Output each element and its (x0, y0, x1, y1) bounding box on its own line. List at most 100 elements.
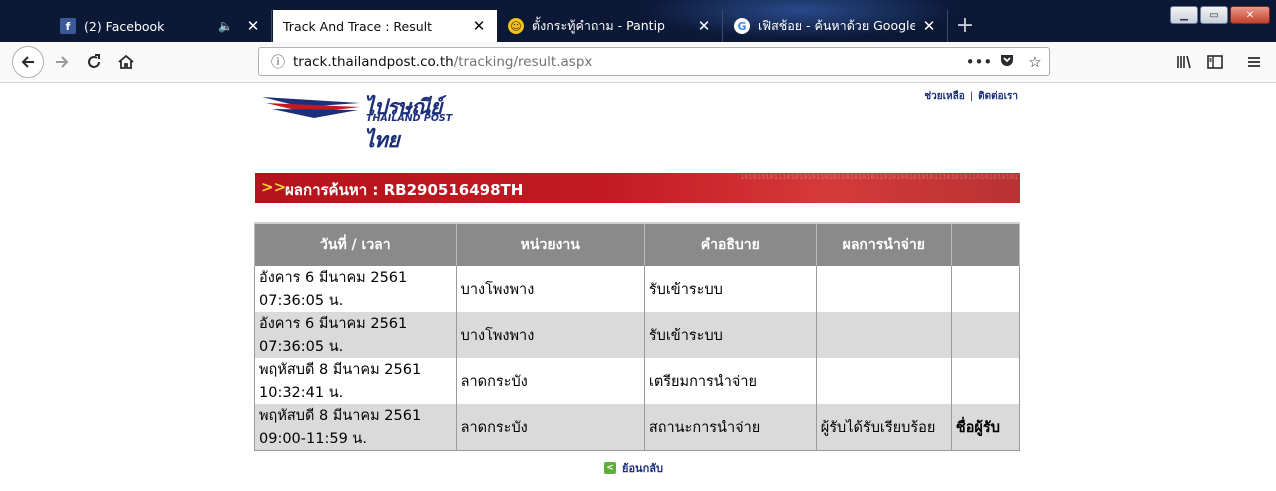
time-text: 10:32:41 น. (259, 385, 344, 401)
tab-pantip[interactable]: ☺ ตั้งกระทู้คำถาม - Pantip ✕ (498, 10, 723, 42)
google-icon: G (734, 18, 750, 34)
tab-title: ตั้งกระทู้คำถาม - Pantip (532, 18, 665, 33)
tab-strip: f (2) Facebook 🔈 ✕ Track And Trace : Res… (0, 0, 1276, 42)
binary-pattern-decoration: 1010101011101010101101011010101011010100… (740, 173, 1020, 181)
maximize-button[interactable]: ▭ (1200, 6, 1228, 24)
thailand-post-logo[interactable]: ไปรษณีย์ไทย THAILAND POST (262, 91, 462, 152)
hamburger-shape (1248, 57, 1260, 67)
column-header-extra (950, 222, 1021, 266)
top-links: ช่วยเหลือ | ติดต่อเรา (924, 89, 1018, 104)
cell-result: ผู้รับได้รับเรียบร้อย (815, 404, 952, 451)
cell-datetime: อังคาร 6 มีนาคม 2561 07:36:05 น. (254, 266, 457, 312)
table-row: พฤหัสบดี 8 มีนาคม 2561 10:32:41 น. ลาดกระ… (254, 358, 1021, 404)
info-icon[interactable]: ⓘ (267, 52, 289, 72)
time-text: 09:00-11:59 น. (259, 431, 367, 447)
recipient-name-link[interactable]: ชื่อผู้รับ (950, 404, 1021, 451)
thailand-post-emblem (262, 97, 360, 118)
back-link[interactable]: < ย้อนกลับ (604, 459, 663, 477)
back-arrow-icon: < (604, 462, 616, 474)
column-header-office: หน่วยงาน (455, 222, 645, 266)
minimize-button[interactable]: ▁ (1170, 6, 1198, 24)
close-icon[interactable]: ✕ (696, 18, 712, 34)
cell-result (815, 266, 952, 312)
tab-facebook[interactable]: f (2) Facebook 🔈 ✕ (50, 10, 272, 42)
cell-recipient-link (950, 358, 1021, 404)
date-text: อังคาร 6 มีนาคม 2561 (259, 316, 408, 332)
close-icon[interactable]: ✕ (471, 18, 487, 34)
url-text[interactable]: track.thailandpost.co.th/tracking/result… (293, 54, 965, 70)
cell-description: รับเข้าระบบ (643, 266, 817, 312)
cell-result (815, 312, 952, 358)
cell-office: บางโพงพาง (455, 312, 645, 358)
arrow-left-icon (21, 56, 34, 68)
url-host: track.thailandpost.co.th (293, 53, 454, 70)
back-button[interactable] (12, 46, 44, 78)
pocket-shape (1001, 54, 1013, 66)
cell-description: เตรียมการนำจ่าย (643, 358, 817, 404)
logo-thai-text: ไปรษณีย์ไทย (364, 94, 442, 152)
navigation-toolbar: ⓘ track.thailandpost.co.th/tracking/resu… (0, 42, 1276, 83)
tab-title: เฟิสช้อย - ค้นหาด้วย Google (758, 18, 915, 33)
date-text: พฤหัสบดี 8 มีนาคม 2561 (259, 408, 422, 424)
address-bar[interactable]: ⓘ track.thailandpost.co.th/tracking/resu… (258, 47, 1050, 76)
help-link[interactable]: ช่วยเหลือ (924, 91, 964, 102)
tab-google[interactable]: G เฟิสช้อย - ค้นหาด้วย Google ✕ (724, 10, 948, 42)
cell-description: รับเข้าระบบ (643, 312, 817, 358)
home-icon (118, 54, 134, 69)
back-link-text: ย้อนกลับ (622, 462, 663, 475)
pantip-icon: ☺ (508, 18, 524, 34)
result-banner: >> ผลการค้นหา : RB290516498TH 1010101011… (255, 173, 1020, 203)
tab-title: (2) Facebook (84, 18, 165, 34)
close-window-button[interactable]: ✕ (1230, 6, 1270, 24)
close-icon[interactable]: ✕ (245, 18, 261, 34)
page-content: ไปรษณีย์ไทย THAILAND POST ช่วยเหลือ | ติดต… (0, 83, 1276, 491)
arrow-right-icon (56, 56, 69, 68)
column-header-description: คำอธิบาย (643, 222, 817, 266)
cell-office: บางโพงพาง (455, 266, 645, 312)
library-icon[interactable] (1170, 46, 1198, 78)
close-icon[interactable]: ✕ (921, 18, 937, 34)
date-text: อังคาร 6 มีนาคม 2561 (259, 270, 408, 286)
sidebar-icon[interactable] (1201, 46, 1229, 78)
cell-recipient-link (950, 266, 1021, 312)
tracking-result-table: วันที่ / เวลา หน่วยงาน คำอธิบาย ผลการนำจ… (254, 222, 1021, 451)
reload-icon (88, 54, 100, 68)
column-header-delivery-result: ผลการนำจ่าย (815, 222, 952, 266)
forward-button[interactable] (46, 46, 78, 78)
column-header-datetime: วันที่ / เวลา (254, 222, 457, 266)
contact-link[interactable]: ติดต่อเรา (978, 91, 1018, 102)
cell-recipient-link (950, 312, 1021, 358)
time-text: 07:36:05 น. (259, 293, 344, 309)
url-path: /tracking/result.aspx (453, 53, 593, 70)
page-actions-icon[interactable]: ••• (965, 53, 993, 71)
logo-english-text: THAILAND POST (366, 113, 453, 124)
date-text: พฤหัสบดี 8 มีนาคม 2561 (259, 362, 422, 378)
cell-result (815, 358, 952, 404)
table-row: พฤหัสบดี 8 มีนาคม 2561 09:00-11:59 น. ลาด… (254, 404, 1021, 451)
sidebar-shape (1207, 55, 1223, 69)
speaker-icon[interactable]: 🔈 (218, 19, 233, 33)
pocket-icon[interactable] (993, 52, 1021, 72)
cell-datetime: พฤหัสบดี 8 มีนาคม 2561 09:00-11:59 น. (254, 404, 457, 451)
home-button[interactable] (110, 46, 142, 78)
tab-track-and-trace[interactable]: Track And Trace : Result ✕ (273, 10, 497, 42)
cell-datetime: พฤหัสบดี 8 มีนาคม 2561 10:32:41 น. (254, 358, 457, 404)
library-shape (1177, 55, 1191, 69)
tab-title: Track And Trace : Result (283, 18, 433, 34)
time-text: 07:36:05 น. (259, 339, 344, 355)
menu-icon[interactable] (1240, 46, 1268, 78)
reload-button[interactable] (78, 46, 110, 78)
cell-description: สถานะการนำจ่าย (643, 404, 817, 451)
cell-office: ลาดกระบัง (455, 404, 645, 451)
window-controls: ▁ ▭ ✕ (1170, 6, 1270, 24)
double-arrow-icon: >> (261, 178, 287, 196)
link-divider: | (969, 91, 974, 102)
bookmark-star-icon[interactable]: ☆ (1021, 53, 1049, 71)
table-row: อังคาร 6 มีนาคม 2561 07:36:05 น. บางโพงพา… (254, 312, 1021, 358)
new-tab-button[interactable]: + (954, 12, 976, 40)
table-header-row: วันที่ / เวลา หน่วยงาน คำอธิบาย ผลการนำจ… (254, 222, 1021, 266)
table-row: อังคาร 6 มีนาคม 2561 07:36:05 น. บางโพงพา… (254, 266, 1021, 312)
cell-office: ลาดกระบัง (455, 358, 645, 404)
facebook-icon: f (60, 18, 76, 34)
result-title: ผลการค้นหา : RB290516498TH (285, 181, 524, 199)
